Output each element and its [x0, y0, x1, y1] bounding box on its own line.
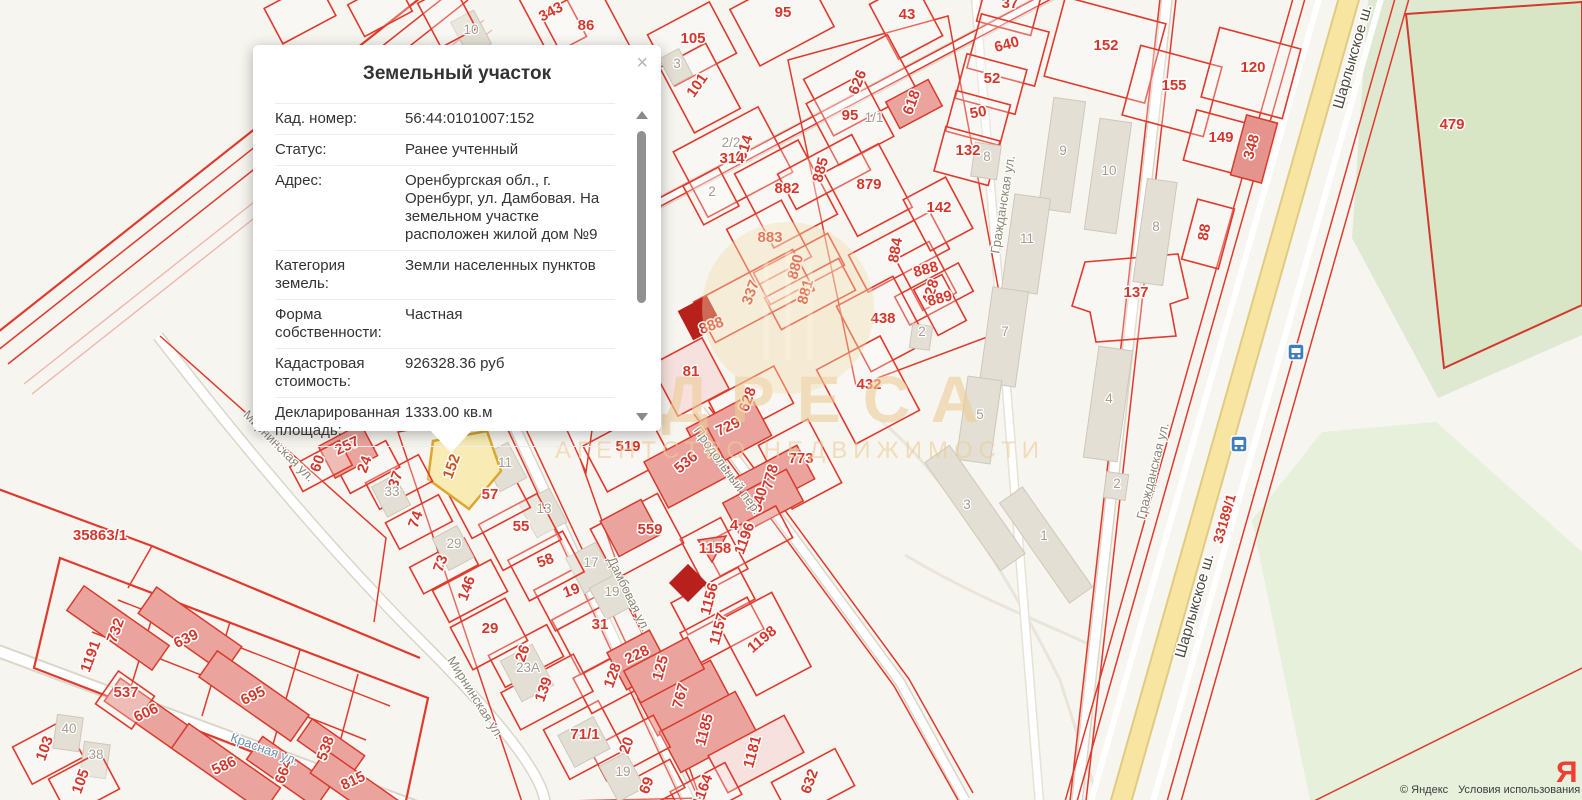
parcel-label[interactable]: 86: [578, 17, 595, 34]
popup-row-label: Категория земель:: [275, 257, 399, 293]
parcel-label[interactable]: 10: [1101, 163, 1116, 178]
scrollbar-thumb[interactable]: [637, 131, 646, 303]
popup-row: Форма собственности:Частная: [275, 300, 615, 349]
parcel-label[interactable]: 35863/1: [73, 527, 127, 544]
parcel-label[interactable]: 105: [680, 30, 705, 47]
parcel-label[interactable]: 132: [955, 142, 980, 159]
parcel-label[interactable]: 19: [615, 764, 630, 779]
parcel-label[interactable]: 1: [1040, 528, 1048, 543]
popup-row: Статус: Ранее учтенный: [275, 135, 615, 166]
cadastral-map-app: 34386101051013954337640626618951/1525013…: [0, 0, 1582, 800]
popup-row-label: Статус:: [275, 141, 399, 159]
parcel-label[interactable]: 142: [926, 199, 951, 216]
popup-pointer-tail: [431, 431, 471, 453]
parcel-label[interactable]: 155: [1161, 77, 1186, 94]
parcel-label[interactable]: 37: [1002, 0, 1019, 12]
parcel-label[interactable]: 152: [1093, 37, 1118, 54]
parcel-label[interactable]: 1/1: [865, 110, 884, 125]
scroll-up-icon[interactable]: [636, 111, 648, 119]
bus-stop-icon[interactable]: [1288, 344, 1304, 360]
popup-row: Категория земель:Земли населенных пункто…: [275, 251, 615, 300]
copyright-text: © Яндекс: [1400, 784, 1448, 796]
parcel-label[interactable]: 38: [88, 747, 103, 762]
popup-row-value: 926328.36 руб: [405, 355, 505, 391]
popup-row-label: Кад. номер:: [275, 110, 399, 128]
popup-row-label: Форма собственности:: [275, 306, 399, 342]
parcel-label[interactable]: 4: [730, 517, 739, 534]
watermark-subtitle: АГЕНТСТВО НЕДВИЖИМОСТИ: [555, 437, 1045, 464]
parcel-label[interactable]: 95: [775, 4, 792, 21]
parcel-label[interactable]: 57: [482, 486, 499, 503]
parcel-label[interactable]: 17: [583, 555, 598, 570]
popup-row-label: Кадастровая стоимость:: [275, 355, 399, 391]
popup-scrollbar[interactable]: [635, 111, 649, 421]
parcel-label[interactable]: 43: [899, 6, 916, 23]
scroll-down-icon[interactable]: [636, 413, 648, 421]
parcel-label[interactable]: 8: [1152, 219, 1160, 234]
parcel-label[interactable]: 137: [1123, 284, 1148, 301]
popup-row-value: Земли населенных пунктов: [405, 257, 596, 293]
parcel-label[interactable]: 55: [513, 518, 530, 535]
parcel-label[interactable]: 11: [498, 455, 512, 470]
parcel-label[interactable]: 95: [842, 107, 859, 124]
popup-rows: Кад. номер: 56:44:0101007:152 Статус: Ранее…: [275, 103, 615, 447]
parcel-label[interactable]: 1158: [699, 540, 732, 557]
bus-stop-icon[interactable]: [1231, 436, 1247, 452]
parcel-label[interactable]: 3: [673, 56, 681, 71]
popup-row: Адрес:Оренбургская обл., г. Оренбург, ул…: [275, 166, 615, 251]
parcel-label[interactable]: 7: [1001, 324, 1009, 339]
parcel-label[interactable]: 879: [856, 176, 881, 193]
popup-row-value: Ранее учтенный: [405, 141, 518, 159]
popup-row-label: Декларированная площадь:: [275, 404, 399, 440]
parcel-label[interactable]: 2: [1113, 476, 1121, 491]
parcel-label[interactable]: 31: [592, 616, 609, 633]
parcel-label[interactable]: 4: [1105, 391, 1113, 406]
parcel-label[interactable]: 438: [870, 310, 895, 327]
parcel-label[interactable]: 2: [708, 184, 716, 199]
map-attribution: © Яндекс Условия использования: [1400, 784, 1582, 796]
parcel-label[interactable]: 149: [1208, 129, 1233, 146]
parcel-label[interactable]: 88: [1195, 223, 1215, 242]
parcel-label[interactable]: 29: [482, 620, 499, 637]
popup-row: Кадастровая стоимость:926328.36 руб: [275, 349, 615, 398]
parcel-label[interactable]: 29: [446, 536, 461, 551]
parcel-label[interactable]: 479: [1439, 116, 1464, 133]
popup-row-label: Адрес:: [275, 172, 399, 244]
parcel-label[interactable]: 40: [61, 721, 76, 736]
popup-row: Кад. номер: 56:44:0101007:152: [275, 103, 615, 135]
popup-row-value: 56:44:0101007:152: [405, 110, 534, 128]
parcel-info-popup: Земельный участок × Кад. номер: 56:44:010…: [253, 45, 661, 431]
parcel-label[interactable]: 314: [719, 150, 745, 167]
parcel-label[interactable]: 537: [113, 684, 138, 701]
parcel-label[interactable]: 8: [983, 149, 991, 164]
parcel-label[interactable]: 13: [536, 501, 551, 516]
parcel-label[interactable]: 120: [1240, 59, 1265, 76]
terms-link[interactable]: Условия использования: [1458, 784, 1580, 796]
parcel-label[interactable]: 2: [918, 324, 926, 339]
close-icon[interactable]: ×: [636, 53, 648, 73]
parcel-label[interactable]: 882: [774, 180, 799, 197]
parcel-label[interactable]: 71/1: [570, 726, 599, 743]
parcel-label[interactable]: 23А: [516, 660, 540, 675]
parcel-label[interactable]: 52: [984, 70, 1001, 87]
map-canvas[interactable]: 34386101051013954337640626618951/1525013…: [0, 0, 1582, 800]
parcel-label[interactable]: 50: [969, 103, 988, 123]
parcel-label[interactable]: 10: [463, 22, 478, 37]
parcel-label[interactable]: 3: [963, 497, 971, 512]
popup-row-value: Оренбургская обл., г. Оренбург, ул. Дамб…: [405, 172, 615, 244]
popup-row-value: Частная: [405, 306, 462, 342]
parcel-label[interactable]: 9: [1059, 143, 1067, 158]
parcel-label[interactable]: 33: [384, 484, 399, 499]
parcel-label[interactable]: 11: [1020, 231, 1034, 246]
parcel-label[interactable]: 559: [637, 521, 662, 538]
popup-title: Земельный участок: [253, 45, 661, 85]
